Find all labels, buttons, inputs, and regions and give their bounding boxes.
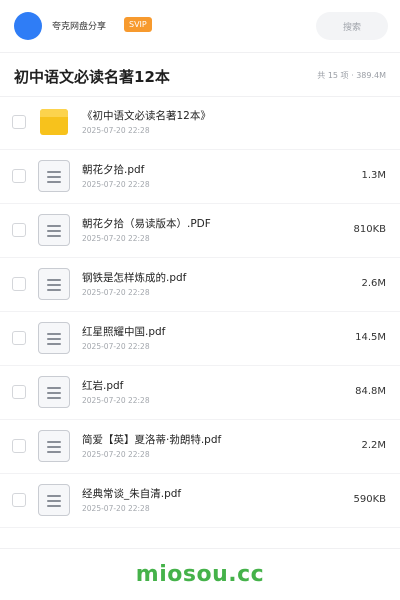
- file-date: 2025-07-20 22:28: [82, 288, 150, 297]
- document-icon: [38, 160, 70, 192]
- file-name[interactable]: 简爱【英】夏洛蒂·勃朗特.pdf: [82, 432, 221, 447]
- file-size: 2.6M: [361, 278, 386, 289]
- search-placeholder: 搜索: [342, 22, 361, 33]
- folder-meta: 共 15 项 · 389.4M: [317, 71, 386, 80]
- file-size: 810KB: [353, 224, 386, 235]
- header-divider: [0, 52, 400, 53]
- file-date: 2025-07-20 22:28: [82, 126, 150, 135]
- folder-icon: [38, 106, 70, 138]
- list-item[interactable]: 简爱【英】夏洛蒂·勃朗特.pdf 2025-07-20 22:28 2.2M: [0, 420, 400, 474]
- search-input[interactable]: 搜索: [316, 12, 388, 40]
- svip-badge: SVIP: [124, 17, 152, 32]
- file-date: 2025-07-20 22:28: [82, 342, 150, 351]
- select-checkbox[interactable]: [12, 385, 26, 399]
- file-name[interactable]: 钢铁是怎样炼成的.pdf: [82, 270, 186, 285]
- document-icon: [38, 430, 70, 462]
- select-checkbox[interactable]: [12, 169, 26, 183]
- list-item[interactable]: 朝花夕拾.pdf 2025-07-20 22:28 1.3M: [0, 150, 400, 204]
- file-name[interactable]: 红星照耀中国.pdf: [82, 324, 165, 339]
- select-checkbox[interactable]: [12, 331, 26, 345]
- document-icon: [38, 322, 70, 354]
- select-checkbox[interactable]: [12, 277, 26, 291]
- file-date: 2025-07-20 22:28: [82, 504, 150, 513]
- file-name[interactable]: 红岩.pdf: [82, 378, 123, 393]
- list-item[interactable]: 红岩.pdf 2025-07-20 22:28 84.8M: [0, 366, 400, 420]
- file-name[interactable]: 经典常谈_朱自清.pdf: [82, 486, 181, 501]
- list-item[interactable]: 经典常谈_朱自清.pdf 2025-07-20 22:28 590KB: [0, 474, 400, 528]
- file-size: 14.5M: [355, 332, 386, 343]
- select-checkbox[interactable]: [12, 223, 26, 237]
- select-checkbox[interactable]: [12, 493, 26, 507]
- list-item[interactable]: 钢铁是怎样炼成的.pdf 2025-07-20 22:28 2.6M: [0, 258, 400, 312]
- document-icon: [38, 268, 70, 300]
- file-date: 2025-07-20 22:28: [82, 396, 150, 405]
- list-item[interactable]: 红星照耀中国.pdf 2025-07-20 22:28 14.5M: [0, 312, 400, 366]
- file-date: 2025-07-20 22:28: [82, 234, 150, 243]
- header: 夸克网盘分享 SVIP 搜索: [0, 0, 400, 52]
- file-date: 2025-07-20 22:28: [82, 450, 150, 459]
- file-name[interactable]: 朝花夕拾（易读版本）.PDF: [82, 216, 211, 231]
- file-name[interactable]: 朝花夕拾.pdf: [82, 162, 144, 177]
- file-name[interactable]: 《初中语文必读名著12本》: [82, 108, 211, 123]
- document-icon: [38, 376, 70, 408]
- avatar[interactable]: [14, 12, 42, 40]
- list-item[interactable]: 《初中语文必读名著12本》 2025-07-20 22:28: [0, 96, 400, 150]
- brand-watermark: miosou.cc: [135, 562, 265, 587]
- file-size: 1.3M: [361, 170, 386, 181]
- list-item[interactable]: 朝花夕拾（易读版本）.PDF 2025-07-20 22:28 810KB: [0, 204, 400, 258]
- select-checkbox[interactable]: [12, 115, 26, 129]
- select-checkbox[interactable]: [12, 439, 26, 453]
- share-owner-name: 夸克网盘分享: [52, 22, 107, 32]
- footer: miosou.cc: [0, 548, 400, 600]
- file-size: 84.8M: [355, 386, 386, 397]
- file-list: 《初中语文必读名著12本》 2025-07-20 22:28 朝花夕拾.pdf 202…: [0, 96, 400, 528]
- page-title: 初中语文必读名著12本: [14, 68, 170, 86]
- file-date: 2025-07-20 22:28: [82, 180, 150, 189]
- file-size: 2.2M: [361, 440, 386, 451]
- document-icon: [38, 214, 70, 246]
- file-size: 590KB: [353, 494, 386, 505]
- document-icon: [38, 484, 70, 516]
